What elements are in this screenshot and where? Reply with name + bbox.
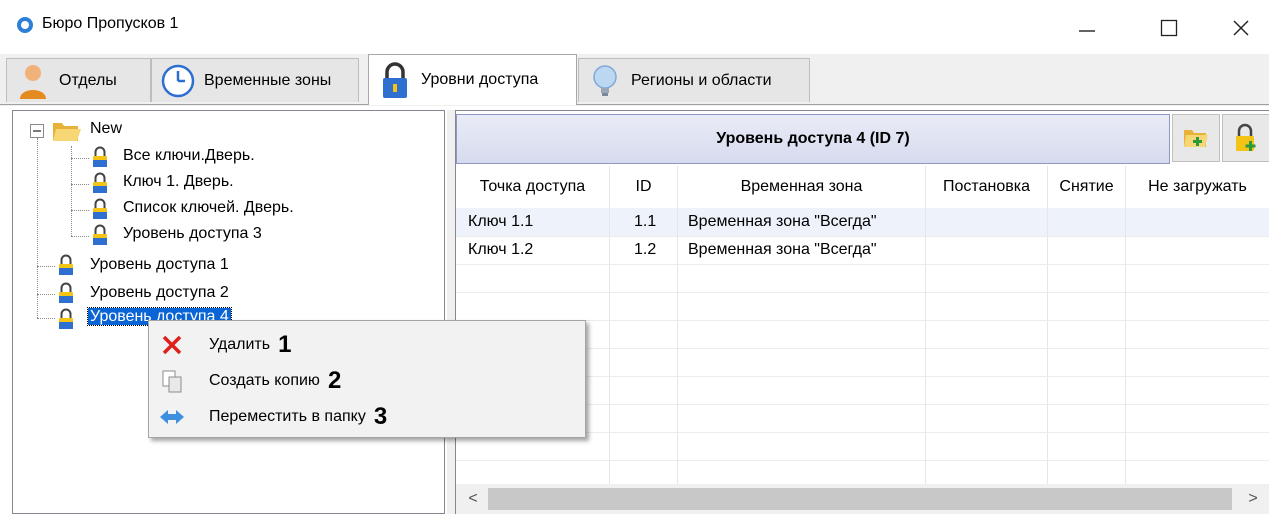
tab-otdely[interactable]: Отделы — [6, 58, 151, 102]
scrollbar-thumb[interactable] — [488, 488, 1232, 510]
tree-item[interactable]: Ключ 1. Дверь. — [123, 173, 234, 191]
lock-icon — [93, 224, 107, 245]
context-menu: Удалить 1 Создать копию 2 Переместить в … — [148, 320, 586, 438]
lock-icon — [59, 254, 73, 275]
clock-icon — [160, 63, 196, 99]
tab-label: Уровни доступа — [421, 71, 539, 88]
column-header-disarming[interactable]: Снятие — [1048, 166, 1126, 208]
cell-access-point[interactable]: Ключ 1.2 — [468, 236, 533, 264]
lock-icon — [93, 172, 107, 193]
tree-line — [71, 158, 89, 159]
collapse-toggle-icon[interactable] — [30, 124, 44, 138]
folder-add-icon — [1184, 130, 1208, 147]
cell-id[interactable]: 1.2 — [634, 236, 656, 264]
tab-strip-divider — [0, 104, 1269, 105]
window-title: Бюро Пропусков 1 — [42, 15, 179, 32]
scroll-right-button[interactable]: > — [1240, 486, 1266, 512]
tab-time-zones[interactable]: Временные зоны — [151, 58, 359, 102]
chevron-right-icon: > — [1248, 490, 1258, 507]
person-icon — [15, 63, 51, 99]
column-header-no-load[interactable]: Не загружать — [1126, 166, 1269, 208]
menu-item-copy[interactable]: Создать копию 2 — [149, 363, 585, 399]
lock-icon — [93, 146, 107, 167]
tab-label: Регионы и области — [631, 71, 772, 89]
folder-open-icon — [53, 123, 81, 141]
menu-item-number: 3 — [373, 403, 388, 430]
maximize-icon — [1160, 19, 1178, 37]
menu-item-label: Создать копию — [209, 372, 320, 389]
cell-access-point[interactable]: Ключ 1.1 — [468, 208, 533, 236]
tree-line — [37, 138, 38, 318]
grid-line — [1125, 166, 1126, 484]
grid-line — [925, 166, 926, 484]
move-arrows-icon — [157, 402, 187, 432]
menu-item-number: 1 — [278, 331, 292, 358]
tree-item[interactable]: Уровень доступа 2 — [90, 284, 229, 302]
app-icon — [17, 17, 33, 33]
column-header-arming[interactable]: Постановка — [926, 166, 1048, 208]
tree-line — [37, 318, 55, 319]
tree-item[interactable]: Все ключи.Дверь. — [123, 147, 255, 165]
grid-title: Уровень доступа 4 (ID 7) — [456, 114, 1170, 164]
minimize-button[interactable] — [1059, 6, 1115, 50]
close-button[interactable] — [1213, 6, 1269, 50]
tree-item[interactable]: Уровень доступа 3 — [123, 225, 262, 243]
add-access-level-button[interactable] — [1222, 114, 1269, 162]
grid-line — [677, 166, 678, 484]
minimize-icon — [1079, 30, 1095, 32]
copy-icon — [157, 366, 187, 396]
grid-line — [456, 292, 1269, 293]
cell-id[interactable]: 1.1 — [634, 208, 656, 236]
tree-line — [71, 184, 89, 185]
grid-line — [609, 166, 610, 484]
tree-item[interactable]: Список ключей. Дверь. — [123, 199, 294, 217]
grid-line — [1047, 166, 1048, 484]
menu-item-label: Удалить — [209, 336, 271, 353]
tree-line — [37, 266, 55, 267]
close-icon — [1233, 20, 1249, 36]
tab-label: Отделы — [59, 71, 117, 89]
add-folder-button[interactable] — [1172, 114, 1220, 162]
menu-item-move-to-folder[interactable]: Переместить в папку 3 — [149, 399, 585, 435]
lock-icon — [59, 282, 73, 303]
cell-time-zone[interactable]: Временная зона "Всегда" — [688, 208, 877, 236]
column-header-access-point[interactable]: Точка доступа — [456, 166, 610, 208]
scroll-left-button[interactable]: < — [460, 486, 486, 512]
tab-regions[interactable]: Регионы и области — [578, 58, 810, 102]
lock-icon — [59, 308, 73, 329]
cell-time-zone[interactable]: Временная зона "Всегда" — [688, 236, 877, 264]
tree-folder-new[interactable]: New — [90, 120, 122, 138]
tree-item[interactable]: Уровень доступа 1 — [90, 256, 229, 274]
menu-item-number: 2 — [327, 367, 342, 394]
maximize-button[interactable] — [1141, 6, 1197, 50]
lightbulb-icon — [587, 63, 623, 99]
tree-line — [37, 294, 55, 295]
lock-icon — [93, 198, 107, 219]
menu-item-delete[interactable]: Удалить 1 — [149, 327, 585, 363]
lock-add-icon — [1236, 123, 1256, 151]
delete-x-icon — [157, 330, 187, 360]
tab-access-levels[interactable]: Уровни доступа — [368, 54, 577, 105]
column-header-time-zone[interactable]: Временная зона — [678, 166, 926, 208]
chevron-left-icon: < — [468, 490, 478, 507]
column-header-id[interactable]: ID — [610, 166, 678, 208]
lock-icon — [377, 62, 413, 98]
tree-line — [71, 146, 72, 236]
tree-line — [71, 236, 89, 237]
tab-label: Временные зоны — [204, 71, 332, 89]
grid-line — [456, 460, 1269, 461]
panel-splitter[interactable] — [447, 110, 455, 514]
tree-line — [71, 210, 89, 211]
grid-line — [456, 264, 1269, 265]
menu-item-label: Переместить в папку — [209, 408, 366, 425]
